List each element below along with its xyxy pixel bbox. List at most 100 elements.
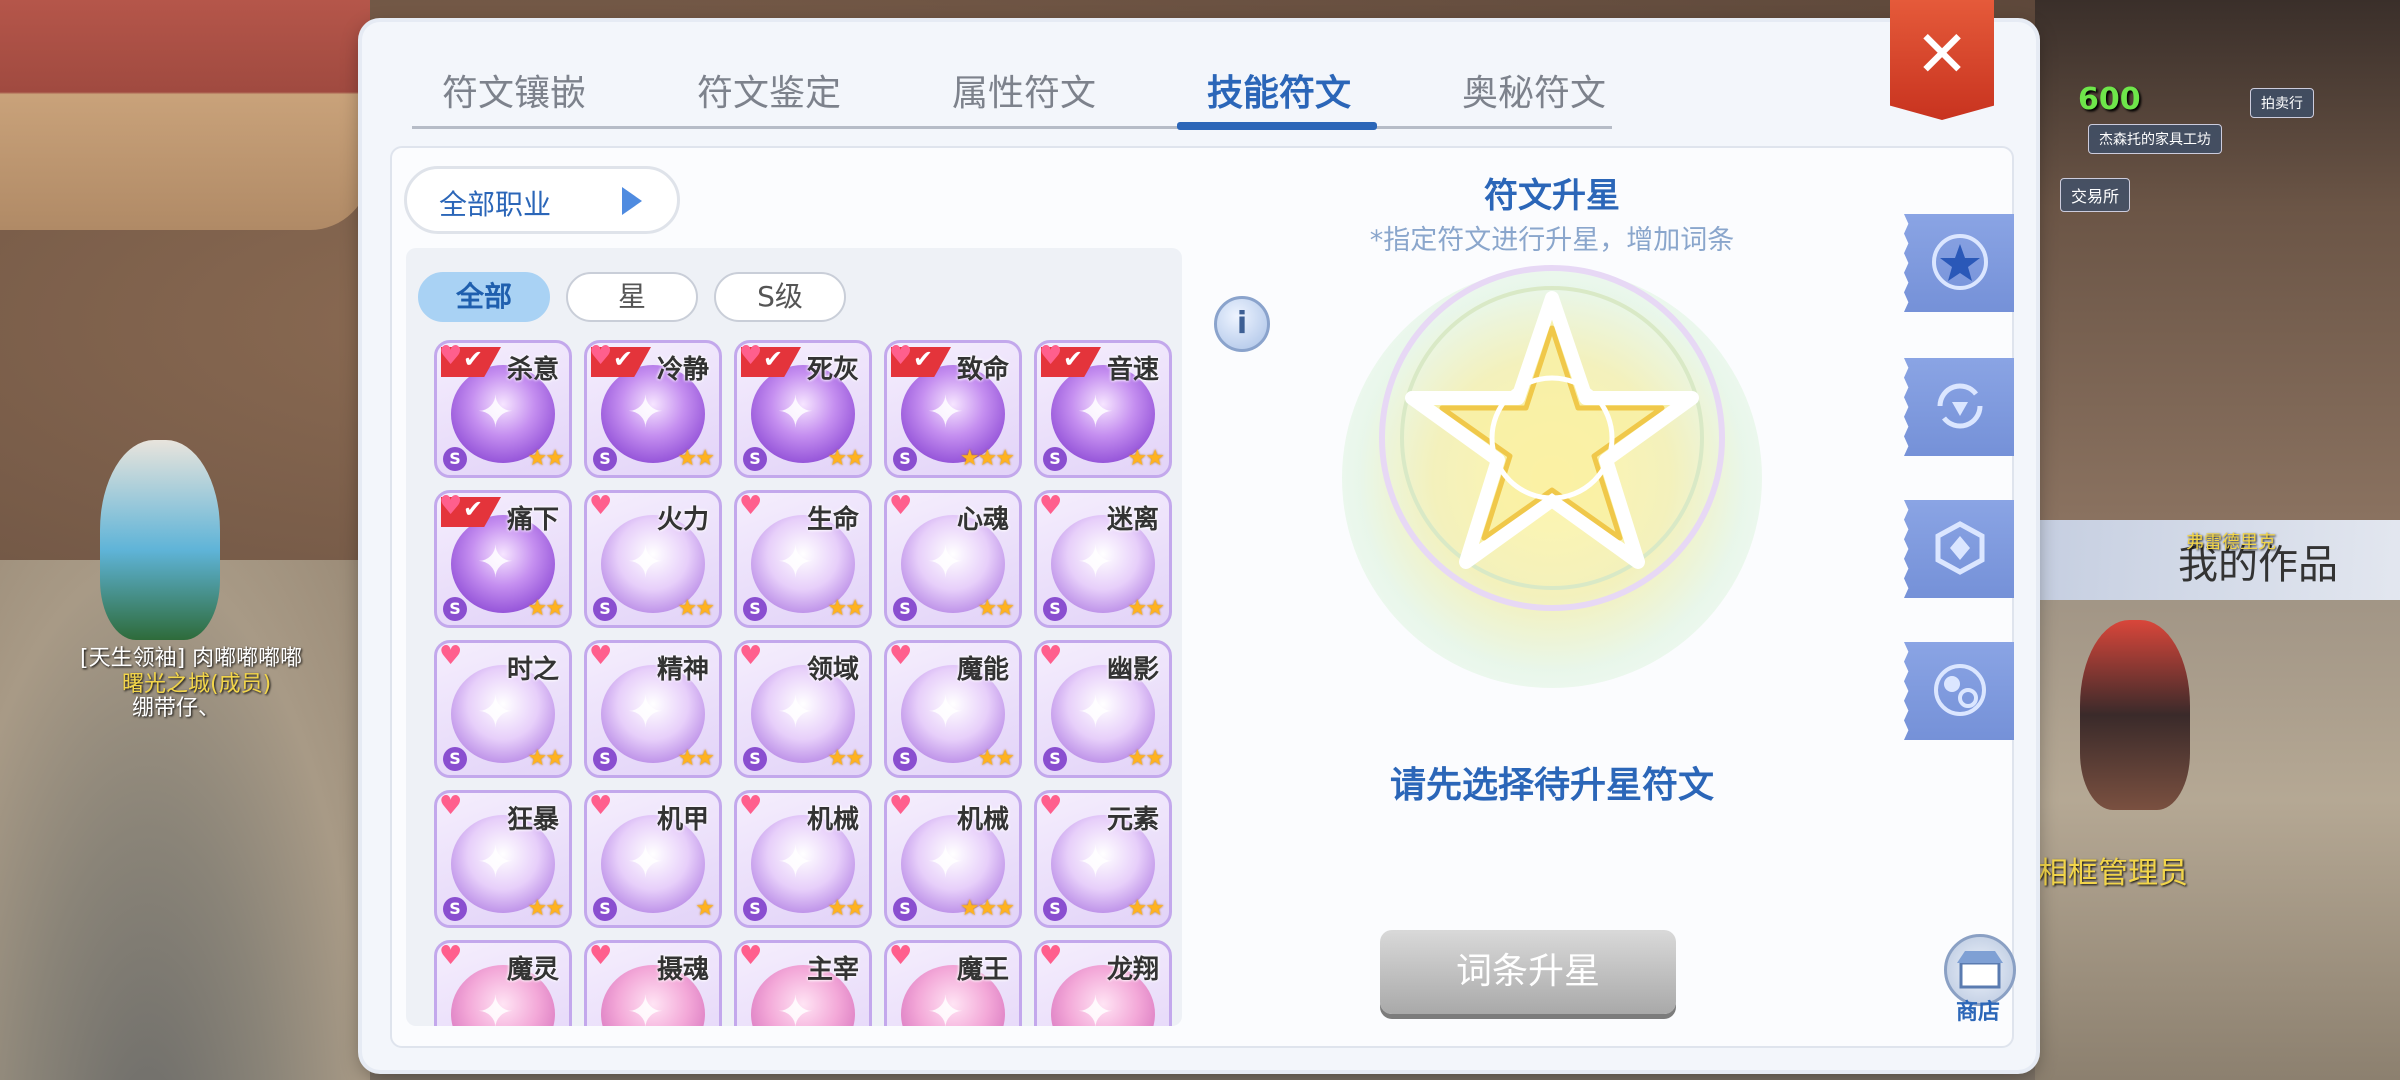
side-tab-star-rune[interactable] — [1904, 214, 2014, 312]
job-filter-button[interactable]: 全部职业 — [404, 166, 680, 234]
tab-arcane-rune[interactable]: 奥秘符文 — [1462, 64, 1606, 116]
player-character[interactable] — [100, 440, 220, 640]
rune-card[interactable]: ✦ ♥ 狂暴 S ★★ — [434, 790, 572, 928]
favorite-heart-icon[interactable]: ♥ — [439, 493, 462, 519]
favorite-heart-icon[interactable]: ♥ — [739, 493, 762, 519]
rune-content: 全部职业 全部 星 S级 ✦ ✔ ♥ 杀意 S ★★ ✦ ✔ ♥ 冷静 S ★★ ✦ ✔ ♥ 死灰 S ★★ ✦ ✔ ♥… — [390, 146, 2016, 1048]
npc-character[interactable] — [2080, 620, 2190, 810]
rune-grade-badge: S — [1043, 447, 1067, 471]
tab-rune-identify[interactable]: 符文鉴定 — [697, 64, 841, 116]
auction-tag[interactable]: 拍卖行 — [2250, 88, 2314, 118]
rune-card[interactable]: ✦ ♥ 魔能 S ★★ — [884, 640, 1022, 778]
rune-stars: ★★ — [1127, 746, 1165, 771]
rune-card[interactable]: ✦ ♥ 主宰 — [734, 940, 872, 1026]
rune-card[interactable]: ✦ ♥ 时之 S ★★ — [434, 640, 572, 778]
rune-card[interactable]: ✦ ♥ 龙翔 — [1034, 940, 1172, 1026]
rune-name: 机械 — [806, 805, 859, 835]
rune-card[interactable]: ✦ ♥ 机甲 S ★ — [584, 790, 722, 928]
rune-card[interactable]: ✦ ✔ ♥ 杀意 S ★★ — [434, 340, 572, 478]
rune-card[interactable]: ✦ ♥ 火力 S ★★ — [584, 490, 722, 628]
rune-card[interactable]: ✦ ♥ 领域 S ★★ — [734, 640, 872, 778]
favorite-heart-icon[interactable]: ♥ — [439, 343, 462, 369]
rune-card[interactable]: ✦ ♥ 精神 S ★★ — [584, 640, 722, 778]
favorite-heart-icon[interactable]: ♥ — [739, 343, 762, 369]
favorite-heart-icon[interactable]: ♥ — [889, 643, 912, 669]
favorite-heart-icon[interactable]: ♥ — [439, 793, 462, 819]
favorite-heart-icon[interactable]: ♥ — [1039, 343, 1062, 369]
exchange-tag[interactable]: 交易所 — [2060, 178, 2131, 212]
rune-grade-badge: S — [893, 447, 917, 471]
rune-card[interactable]: ✦ ✔ ♥ 音速 S ★★ — [1034, 340, 1172, 478]
rune-card[interactable]: ✦ ♥ 心魂 S ★★ — [884, 490, 1022, 628]
rune-card[interactable]: ✦ ♥ 魔灵 — [434, 940, 572, 1026]
filter-all[interactable]: 全部 — [418, 272, 550, 322]
tab-rune-inlay[interactable]: 符文镶嵌 — [442, 64, 586, 116]
upgrade-subtitle: *指定符文进行升星，增加词条 — [1369, 225, 1735, 256]
rune-card[interactable]: ✦ ♥ 生命 S ★★ — [734, 490, 872, 628]
rune-card[interactable]: ✦ ✔ ♥ 痛下 S ★★ — [434, 490, 572, 628]
rune-stars: ★★ — [677, 746, 715, 771]
filter-s-grade[interactable]: S级 — [714, 272, 846, 322]
rune-card[interactable]: ✦ ♥ 机械 S ★★★ — [884, 790, 1022, 928]
rune-name: 死灰 — [806, 355, 859, 385]
tab-skill-rune[interactable]: 技能符文 — [1207, 64, 1351, 116]
rune-glyph-icon: ✦ — [477, 987, 514, 1026]
favorite-heart-icon[interactable]: ♥ — [1039, 493, 1062, 519]
rune-stars: ★★ — [527, 596, 565, 621]
favorite-heart-icon[interactable]: ♥ — [739, 943, 762, 969]
rune-card[interactable]: ✦ ✔ ♥ 死灰 S ★★ — [734, 340, 872, 478]
side-tab-rune-refresh[interactable] — [1904, 358, 2014, 456]
rune-glyph-icon: ✦ — [627, 987, 664, 1026]
favorite-heart-icon[interactable]: ♥ — [739, 793, 762, 819]
rune-card[interactable]: ✦ ✔ ♥ 冷静 S ★★ — [584, 340, 722, 478]
favorite-heart-icon[interactable]: ♥ — [589, 493, 612, 519]
rune-glyph-icon: ✦ — [1077, 387, 1114, 438]
rune-card[interactable]: ✦ ♥ 魔王 — [884, 940, 1022, 1026]
favorite-heart-icon[interactable]: ♥ — [589, 943, 612, 969]
rune-grade-badge: S — [743, 447, 767, 471]
rune-glyph-icon: ✦ — [927, 987, 964, 1026]
favorite-heart-icon[interactable]: ♥ — [589, 793, 612, 819]
shop-button[interactable]: 商店 — [1940, 934, 2016, 1025]
rune-list-frame[interactable]: 全部 星 S级 ✦ ✔ ♥ 杀意 S ★★ ✦ ✔ ♥ 冷静 S ★★ ✦ ✔ ♥ 死灰 S ★★ ✦ ✔ ♥ 致命 S ★★… — [406, 248, 1182, 1026]
rune-card[interactable]: ✦ ♥ 迷离 S ★★ — [1034, 490, 1172, 628]
favorite-heart-icon[interactable]: ♥ — [889, 793, 912, 819]
favorite-heart-icon[interactable]: ♥ — [1039, 793, 1062, 819]
rune-card[interactable]: ✦ ♥ 幽影 S ★★ — [1034, 640, 1172, 778]
favorite-heart-icon[interactable]: ♥ — [589, 343, 612, 369]
rune-card[interactable]: ✦ ♥ 摄魂 — [584, 940, 722, 1026]
rune-stars: ★★ — [1127, 596, 1165, 621]
favorite-heart-icon[interactable]: ♥ — [589, 643, 612, 669]
rune-grade-badge: S — [593, 897, 617, 921]
favorite-heart-icon[interactable]: ♥ — [439, 643, 462, 669]
rune-card[interactable]: ✦ ✔ ♥ 致命 S ★★★ — [884, 340, 1022, 478]
side-tab-rune-exchange[interactable] — [1904, 642, 2014, 740]
favorite-heart-icon[interactable]: ♥ — [889, 943, 912, 969]
upgrade-hint: 请先选择待升星符文 — [1389, 765, 1714, 806]
side-tab-rune-shield[interactable] — [1904, 500, 2014, 598]
rune-grade-badge: S — [443, 447, 467, 471]
rune-stars: ★★ — [827, 896, 865, 921]
info-icon[interactable]: i — [1214, 296, 1270, 352]
star-slot-icon[interactable] — [1372, 258, 1732, 618]
affix-star-up-button[interactable]: 词条升星 — [1380, 930, 1676, 1014]
rune-card[interactable]: ✦ ♥ 元素 S ★★ — [1034, 790, 1172, 928]
rune-stars: ★★ — [527, 896, 565, 921]
tabs-divider — [412, 126, 1612, 129]
rune-card[interactable]: ✦ ♥ 机械 S ★★ — [734, 790, 872, 928]
favorite-heart-icon[interactable]: ♥ — [439, 943, 462, 969]
filter-star[interactable]: 星 — [566, 272, 698, 322]
favorite-heart-icon[interactable]: ♥ — [739, 643, 762, 669]
tab-attribute-rune[interactable]: 属性符文 — [952, 64, 1096, 116]
rune-shield-icon — [1935, 521, 1985, 575]
furniture-shop-tag[interactable]: 杰森托的家具工坊 — [2088, 124, 2222, 154]
favorite-heart-icon[interactable]: ♥ — [889, 343, 912, 369]
favorite-heart-icon[interactable]: ♥ — [1039, 943, 1062, 969]
close-button[interactable]: ✕ — [1890, 0, 1994, 120]
close-icon: ✕ — [1915, 18, 1969, 92]
favorite-heart-icon[interactable]: ♥ — [889, 493, 912, 519]
rune-glyph-icon: ✦ — [627, 537, 664, 588]
rune-name: 主宰 — [806, 955, 859, 985]
rune-tabs: 符文镶嵌 符文鉴定 属性符文 技能符文 奥秘符文 — [412, 42, 1662, 132]
favorite-heart-icon[interactable]: ♥ — [1039, 643, 1062, 669]
